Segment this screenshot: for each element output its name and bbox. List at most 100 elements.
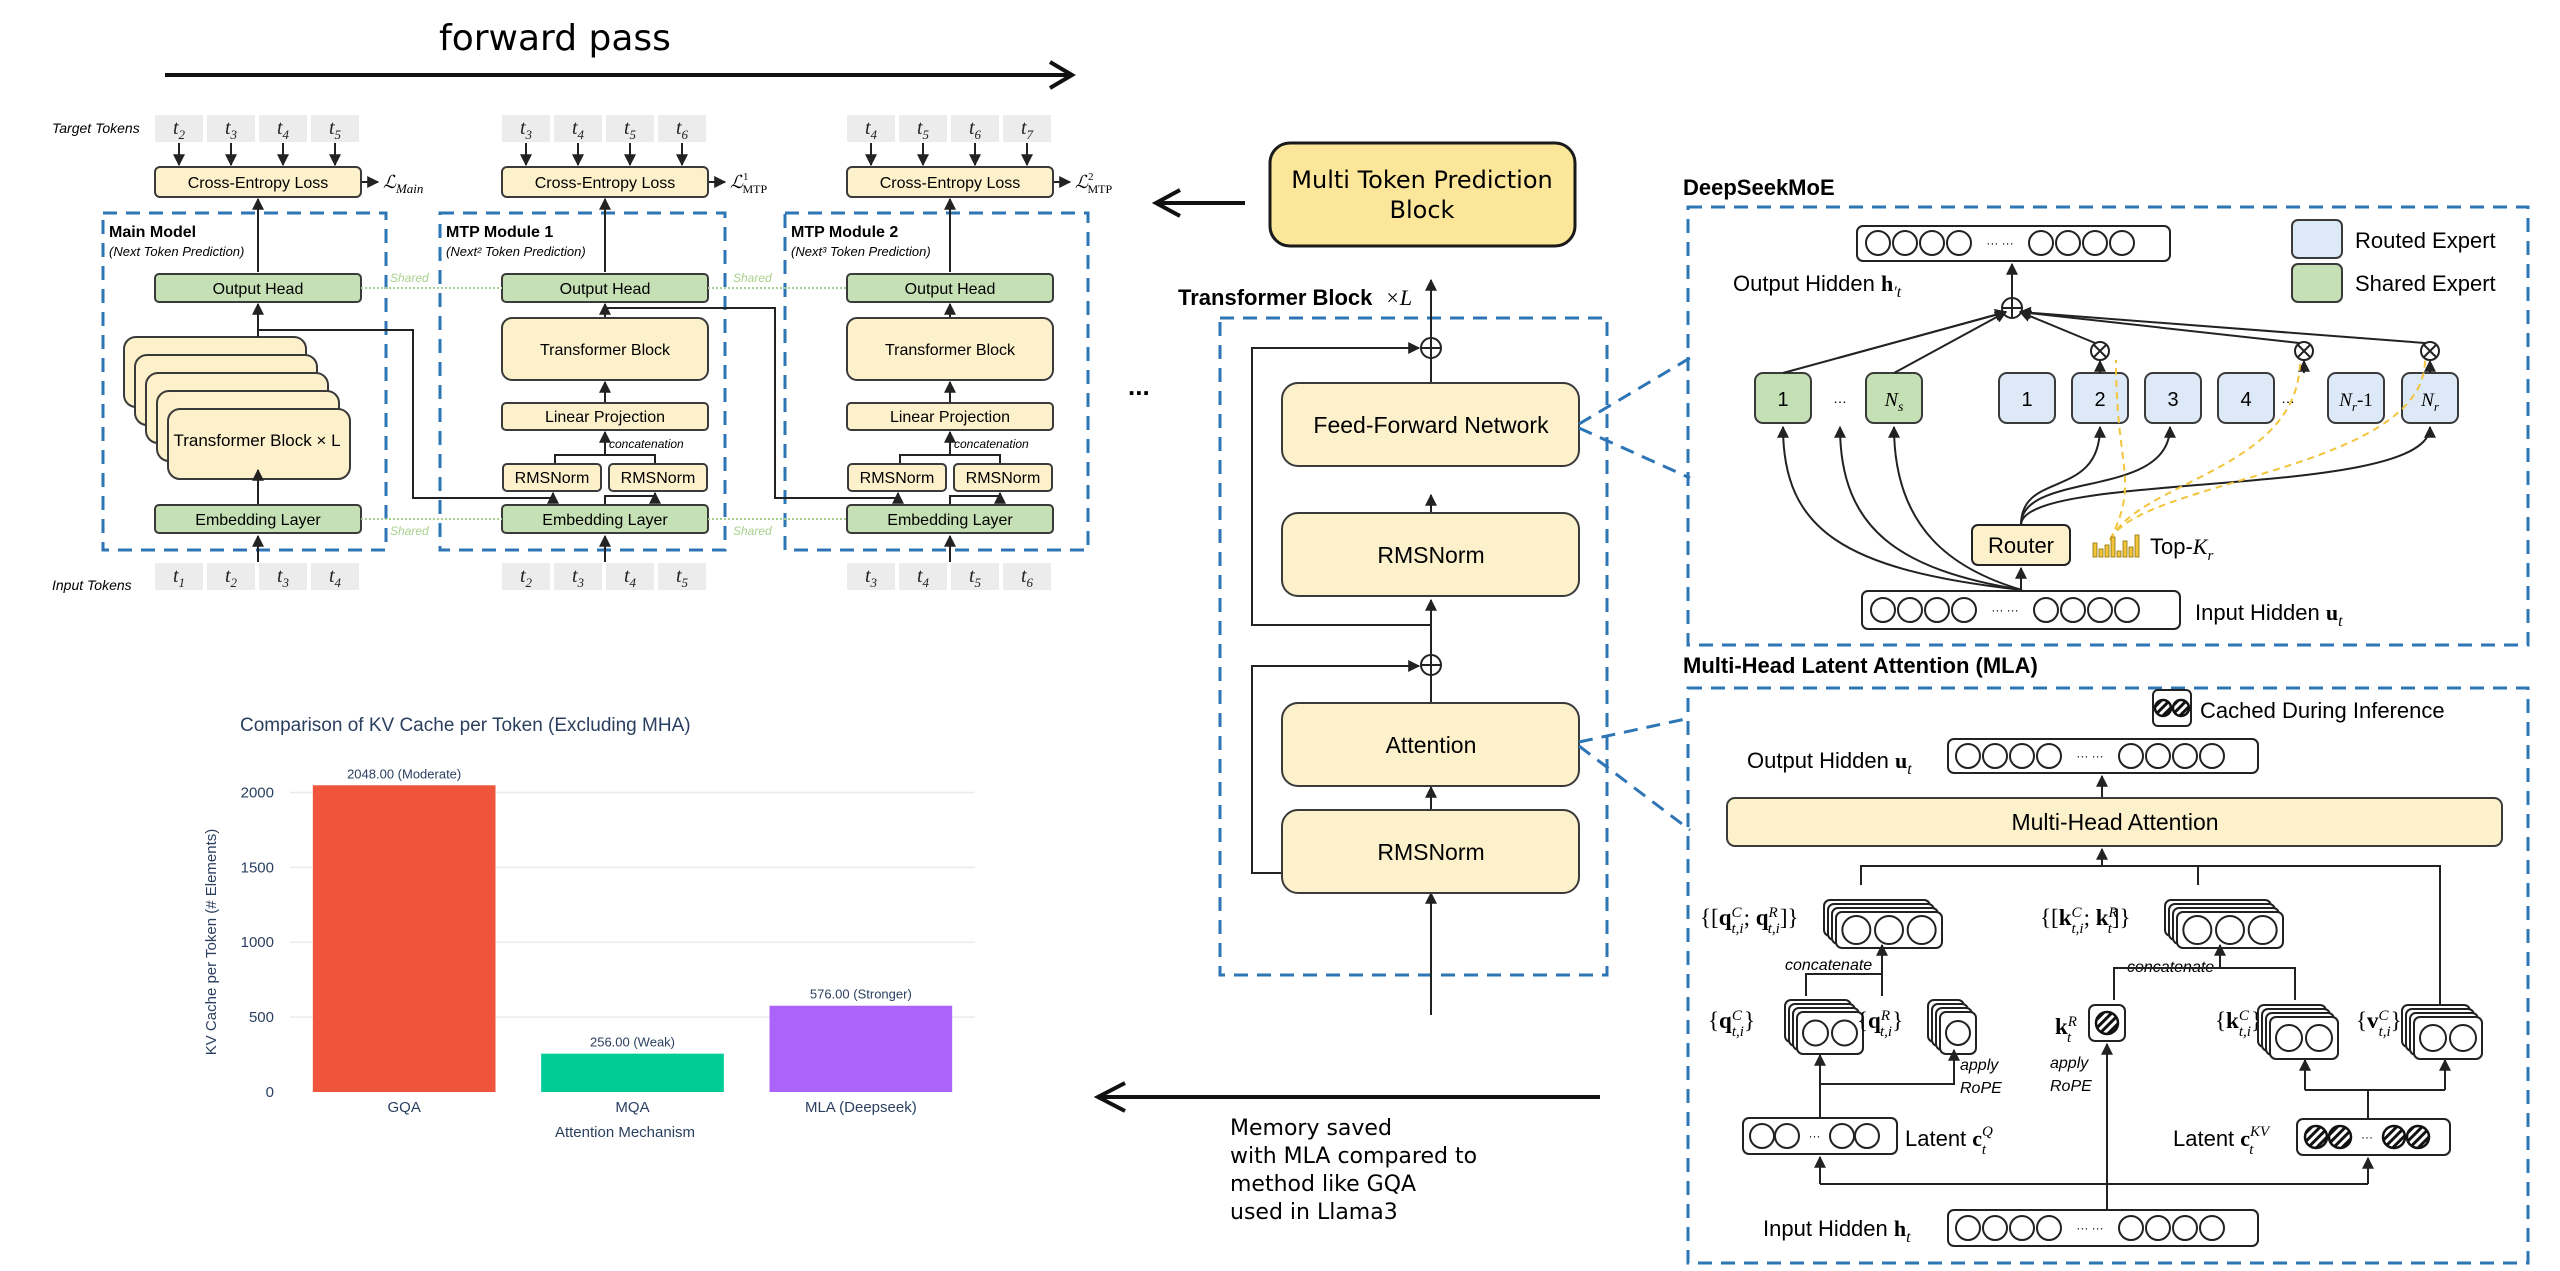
vector-element — [2247, 915, 2278, 945]
latent-q-label: Latent cQ t — [1905, 1124, 1993, 1158]
shared-label: Shared — [390, 271, 429, 285]
vector-ellipsis: ··· ··· — [2076, 749, 2103, 763]
mla-input-hidden-label: Input Hidden ht — [1763, 1216, 1911, 1246]
memory-note: Memory saved with MLA compared to method l… — [1093, 1081, 1600, 1225]
vector-element — [1919, 230, 1945, 256]
module-subtitle: (Next² Token Prediction) — [446, 244, 586, 259]
vector-element — [1831, 1019, 1858, 1047]
chart-y-tick: 2000 — [241, 784, 274, 801]
chart-bar — [312, 785, 496, 1092]
loss-symbol: ℒ1 MTP — [730, 171, 767, 196]
cached-legend-label: Cached During Inference — [2200, 698, 2445, 723]
kr-label: kR t — [2055, 1014, 2077, 1046]
cached-icon — [2303, 1124, 2329, 1150]
vector-element — [2199, 1215, 2225, 1241]
legend-shared-label: Shared Expert — [2355, 271, 2496, 296]
mla: Multi-Head Latent Attention (MLA) Cached… — [1683, 653, 2530, 1265]
output-head-label: Output Head — [560, 281, 651, 298]
mtp-block-line1: Multi Token Prediction — [1291, 166, 1552, 194]
topk-label: Top-Kr — [2150, 534, 2213, 564]
chart-y-tick: 0 — [266, 1084, 274, 1101]
routed-expert-label: 4 — [2240, 389, 2251, 411]
topk-bar — [2104, 544, 2110, 558]
transformer-title: Transformer Block — [1178, 285, 1373, 310]
routed-expert-label: 1 — [2021, 389, 2032, 411]
moe-title: DeepSeekMoE — [1683, 175, 1835, 200]
mla-title: Multi-Head Latent Attention (MLA) — [1683, 653, 2038, 678]
q-apply-rope-1: apply — [1960, 1057, 1999, 1074]
qc-label: {qC t,i} — [1708, 1008, 1755, 1040]
output-head-label: Output Head — [905, 281, 996, 298]
topk-bar — [2128, 546, 2134, 558]
chart-x-tick: MQA — [615, 1099, 649, 1116]
vector-element — [2055, 230, 2081, 256]
vector-element — [1945, 1020, 1971, 1046]
chart-x-tick: GQA — [387, 1099, 420, 1116]
vector-element — [1955, 743, 1981, 769]
concat-bracket — [554, 454, 656, 464]
topk-bar — [2110, 536, 2116, 558]
rmsnorm-top-label: RMSNorm — [1377, 542, 1484, 568]
routed-expert-label: 2 — [2094, 389, 2105, 411]
vector-element — [2009, 743, 2035, 769]
vector-element — [2199, 743, 2225, 769]
k-concat-label: {[kC t,i; kR t]} — [2040, 905, 2131, 937]
cross-entropy-label: Cross-Entropy Loss — [535, 175, 676, 192]
vector-element — [2118, 1215, 2144, 1241]
memory-note-line: method like GQA — [1230, 1172, 1416, 1197]
router-label: Router — [1988, 533, 2054, 558]
router-to-expert-line — [2020, 425, 2436, 526]
vector-element — [2145, 743, 2171, 769]
cached-icon — [2381, 1124, 2407, 1150]
vector-element — [1874, 915, 1904, 945]
module-subtitle: (Next³ Token Prediction) — [791, 244, 931, 259]
rmsnorm-label: RMSNorm — [966, 470, 1041, 487]
chart-title: Comparison of KV Cache per Token (Exclud… — [240, 715, 691, 736]
vector-element — [2172, 743, 2198, 769]
chart-x-axis-label: Attention Mechanism — [555, 1124, 695, 1141]
ffn-callout-line — [1578, 426, 1691, 480]
vector-ellipsis: ··· — [2361, 1130, 2373, 1144]
mtp-block-box — [1268, 141, 1577, 248]
vector-element — [1982, 743, 2008, 769]
diagram-canvas: forward pass Target Tokens Input Tokens … — [52, 18, 2530, 1265]
embedding-label: Embedding Layer — [542, 512, 668, 529]
legend-shared-swatch — [2291, 263, 2343, 303]
vector-ellipsis: ··· — [1809, 1129, 1821, 1143]
module-title: MTP Module 1 — [446, 224, 553, 241]
embedding-label: Embedding Layer — [195, 512, 321, 529]
deepseek-moe: DeepSeekMoE ··· ··· Output Hidden h′t Ro… — [1683, 175, 2530, 647]
topk-histogram-icon — [2092, 534, 2140, 558]
vector-element — [1870, 597, 1896, 623]
chart-data-label: 576.00 (Stronger) — [810, 987, 912, 1002]
mtp-diagram: forward pass Target Tokens Input Tokens … — [52, 18, 1150, 593]
vector-element — [1906, 915, 1937, 945]
kv-cache-chart: Comparison of KV Cache per Token (Exclud… — [203, 715, 975, 1141]
router-to-expert-line — [2020, 425, 2176, 526]
ffn-callout-line — [1578, 356, 1691, 426]
latent-kv-label: Latent cKV t — [2173, 1124, 2271, 1158]
chart-bar — [541, 1053, 724, 1092]
chart-data-label: 256.00 (Weak) — [590, 1035, 675, 1050]
attn-callout-line — [1578, 716, 1691, 744]
legend-routed-swatch — [2291, 219, 2343, 259]
vector-element — [2109, 230, 2135, 256]
shared-label: Shared — [390, 524, 429, 538]
cross-entropy-label: Cross-Entropy Loss — [880, 175, 1021, 192]
transformer-block-label: Transformer Block × L — [173, 431, 340, 450]
mtp-block-line2: Block — [1390, 196, 1455, 224]
vector-element — [2172, 1215, 2198, 1241]
shared-label: Shared — [733, 524, 772, 538]
vector-element — [2275, 1024, 2303, 1052]
output-head-label: Output Head — [213, 281, 304, 298]
mtp-module-2: t4 t5 t6 t7t3 t4 t5 t6Cross-Entropy Loss ℒ2 MTPM… — [783, 115, 1112, 590]
concat-bracket — [899, 454, 1001, 464]
chart-y-tick: 1500 — [241, 859, 274, 876]
transformer-block-label: Transformer Block — [885, 342, 1016, 359]
k-apply-rope-2: RoPE — [2050, 1078, 2092, 1095]
vector-element — [1854, 1123, 1880, 1149]
vector-element — [1865, 230, 1891, 256]
cached-icon — [2405, 1124, 2431, 1150]
chart-y-axis-label: KV Cache per Token (# Elements) — [203, 829, 220, 1056]
transformer-title-suffix: ×L — [1385, 285, 1412, 310]
